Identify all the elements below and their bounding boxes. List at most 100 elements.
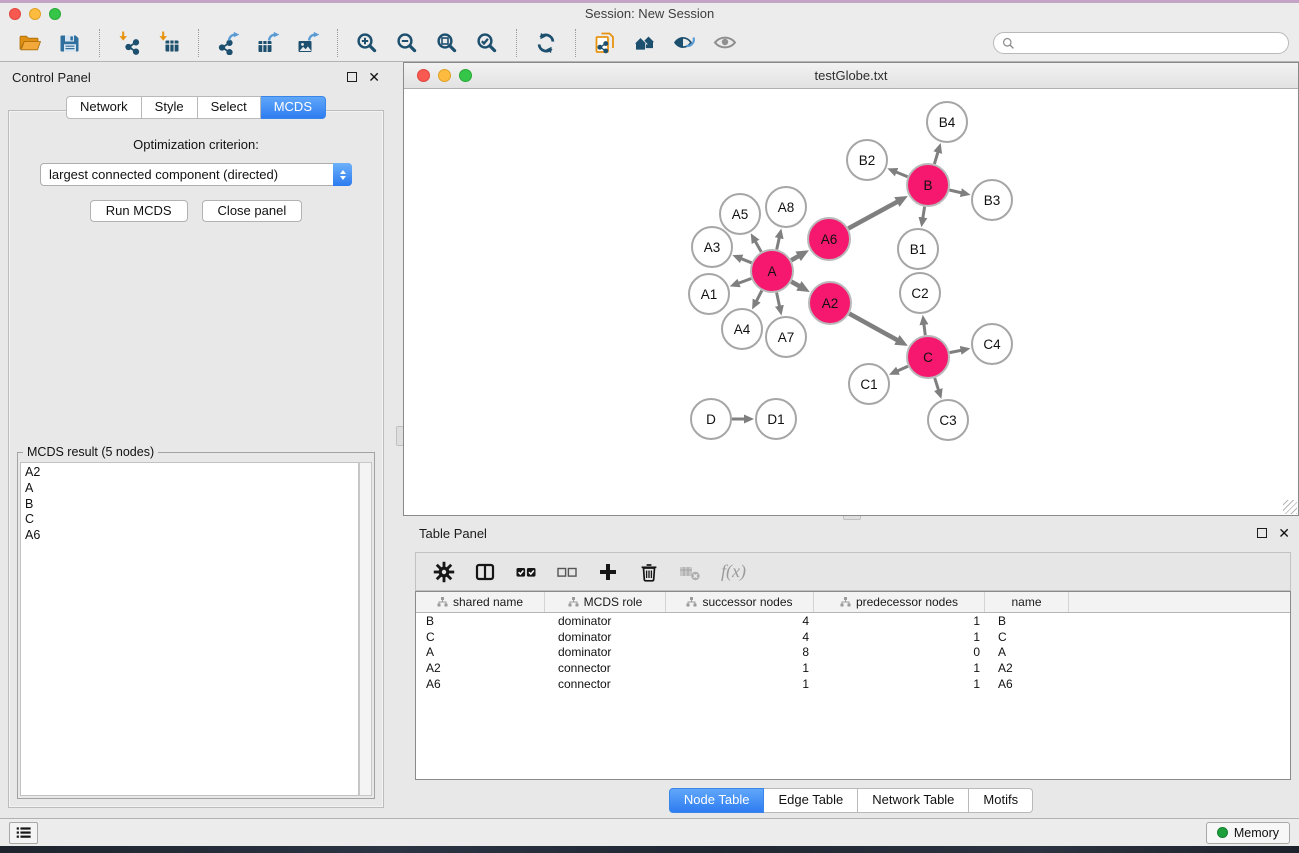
- table-close-panel-icon[interactable]: ✕: [1278, 528, 1290, 538]
- refresh-icon[interactable]: [531, 29, 561, 57]
- tab-network[interactable]: Network: [66, 96, 142, 119]
- edge-B-B2: [895, 172, 907, 177]
- cell: connector: [545, 661, 666, 675]
- network-minimize-button[interactable]: [438, 69, 451, 82]
- export-table-icon[interactable]: [253, 29, 283, 57]
- node-B2[interactable]: B2: [847, 140, 887, 180]
- settings-gear-icon[interactable]: [432, 560, 456, 584]
- node-C4[interactable]: C4: [972, 324, 1012, 364]
- network-canvas[interactable]: B4 B2 B B3 A8A5 A6 A3 B1 A A1 C2 A2 A4A7 C4 C C1 D D1 C3: [404, 90, 1298, 515]
- show-details-icon[interactable]: [710, 29, 740, 57]
- node-D1[interactable]: D1: [756, 399, 796, 439]
- close-panel-button[interactable]: Close panel: [202, 200, 303, 222]
- node-A2[interactable]: A2: [809, 282, 851, 324]
- main-area: Control Panel ✕ NetworkStyleSelectMCDS O…: [0, 62, 1299, 818]
- node-A7[interactable]: A7: [766, 317, 806, 357]
- tab-mcds[interactable]: MCDS: [261, 96, 326, 119]
- select-all-icon[interactable]: [514, 560, 538, 584]
- table-row[interactable]: A6connector11A6: [416, 676, 1290, 692]
- cell: B: [416, 614, 545, 628]
- column-header-predecessor-nodes[interactable]: predecessor nodes: [814, 592, 985, 612]
- delete-column-icon[interactable]: [637, 560, 661, 584]
- add-column-icon[interactable]: [596, 560, 620, 584]
- tab-node-table[interactable]: Node Table: [669, 788, 765, 813]
- node-C1[interactable]: C1: [849, 364, 889, 404]
- zoom-in-icon[interactable]: [352, 29, 382, 57]
- open-file-icon[interactable]: [15, 29, 45, 57]
- network-close-button[interactable]: [417, 69, 430, 82]
- tab-style[interactable]: Style: [142, 96, 198, 119]
- mcds-result-list[interactable]: A2ABCA6: [20, 462, 359, 796]
- import-network-icon[interactable]: [114, 29, 144, 57]
- memory-button[interactable]: Memory: [1206, 822, 1290, 844]
- resize-grip-icon[interactable]: [1283, 500, 1297, 514]
- zoom-out-icon[interactable]: [392, 29, 422, 57]
- control-panel: Control Panel ✕ NetworkStyleSelectMCDS O…: [0, 62, 392, 818]
- column-header-name[interactable]: name: [985, 592, 1069, 612]
- cell: A: [416, 645, 545, 659]
- export-image-icon[interactable]: [293, 29, 323, 57]
- graphics-details-icon[interactable]: [670, 29, 700, 57]
- column-header-shared-name[interactable]: shared name: [416, 592, 545, 612]
- result-item[interactable]: A: [25, 481, 358, 497]
- close-window-button[interactable]: [9, 8, 21, 20]
- table-row[interactable]: Cdominator41C: [416, 629, 1290, 645]
- zoom-window-button[interactable]: [49, 8, 61, 20]
- save-session-icon[interactable]: [55, 29, 85, 57]
- cell: 1: [814, 614, 985, 628]
- tab-edge-table[interactable]: Edge Table: [764, 788, 858, 813]
- minimize-window-button[interactable]: [29, 8, 41, 20]
- node-B1[interactable]: B1: [898, 229, 938, 269]
- table-row[interactable]: Adominator80A: [416, 644, 1290, 660]
- criterion-dropdown[interactable]: largest connected component (directed): [40, 163, 352, 186]
- cell: 8: [666, 645, 814, 659]
- node-A4[interactable]: A4: [722, 309, 762, 349]
- column-header-MCDS-role[interactable]: MCDS role: [545, 592, 666, 612]
- tab-select[interactable]: Select: [198, 96, 261, 119]
- clone-network-icon[interactable]: [590, 29, 620, 57]
- node-A5[interactable]: A5: [720, 194, 760, 234]
- node-D[interactable]: D: [691, 399, 731, 439]
- edge-C-C4: [950, 350, 963, 353]
- node-B4[interactable]: B4: [927, 102, 967, 142]
- zoom-selected-icon[interactable]: [472, 29, 502, 57]
- zoom-fit-icon[interactable]: [432, 29, 462, 57]
- result-item[interactable]: C: [25, 512, 358, 528]
- column-header-successor-nodes[interactable]: successor nodes: [666, 592, 814, 612]
- result-item[interactable]: A6: [25, 528, 358, 544]
- svg-text:B4: B4: [939, 115, 956, 130]
- search-input[interactable]: [1020, 36, 1280, 50]
- deselect-all-icon[interactable]: [555, 560, 579, 584]
- float-panel-icon[interactable]: [347, 72, 357, 82]
- result-item[interactable]: A2: [25, 465, 358, 481]
- result-item[interactable]: B: [25, 497, 358, 513]
- table-row[interactable]: A2connector11A2: [416, 660, 1290, 676]
- node-C3[interactable]: C3: [928, 400, 968, 440]
- network-window-titlebar[interactable]: testGlobe.txt: [404, 63, 1298, 89]
- show-panels-button[interactable]: [9, 822, 38, 844]
- node-A[interactable]: A: [751, 250, 793, 292]
- node-C[interactable]: C: [907, 336, 949, 378]
- apply-layout-icon[interactable]: [630, 29, 660, 57]
- result-scrollbar[interactable]: [359, 462, 372, 796]
- import-table-icon[interactable]: [154, 29, 184, 57]
- table-float-panel-icon[interactable]: [1257, 528, 1267, 538]
- search-box[interactable]: [993, 32, 1289, 54]
- table-panel-title: Table Panel: [419, 526, 487, 541]
- node-B3[interactable]: B3: [972, 180, 1012, 220]
- node-A3[interactable]: A3: [692, 227, 732, 267]
- tab-motifs[interactable]: Motifs: [969, 788, 1033, 813]
- node-A6[interactable]: A6: [808, 218, 850, 260]
- tab-network-table[interactable]: Network Table: [858, 788, 969, 813]
- node-A8[interactable]: A8: [766, 187, 806, 227]
- table-row[interactable]: Bdominator41B: [416, 613, 1290, 629]
- split-panel-icon[interactable]: [473, 560, 497, 584]
- export-network-icon[interactable]: [213, 29, 243, 57]
- svg-text:D1: D1: [767, 412, 784, 427]
- network-zoom-button[interactable]: [459, 69, 472, 82]
- close-panel-icon[interactable]: ✕: [368, 72, 380, 82]
- node-B[interactable]: B: [907, 164, 949, 206]
- node-C2[interactable]: C2: [900, 273, 940, 313]
- node-A1[interactable]: A1: [689, 274, 729, 314]
- run-mcds-button[interactable]: Run MCDS: [90, 200, 188, 222]
